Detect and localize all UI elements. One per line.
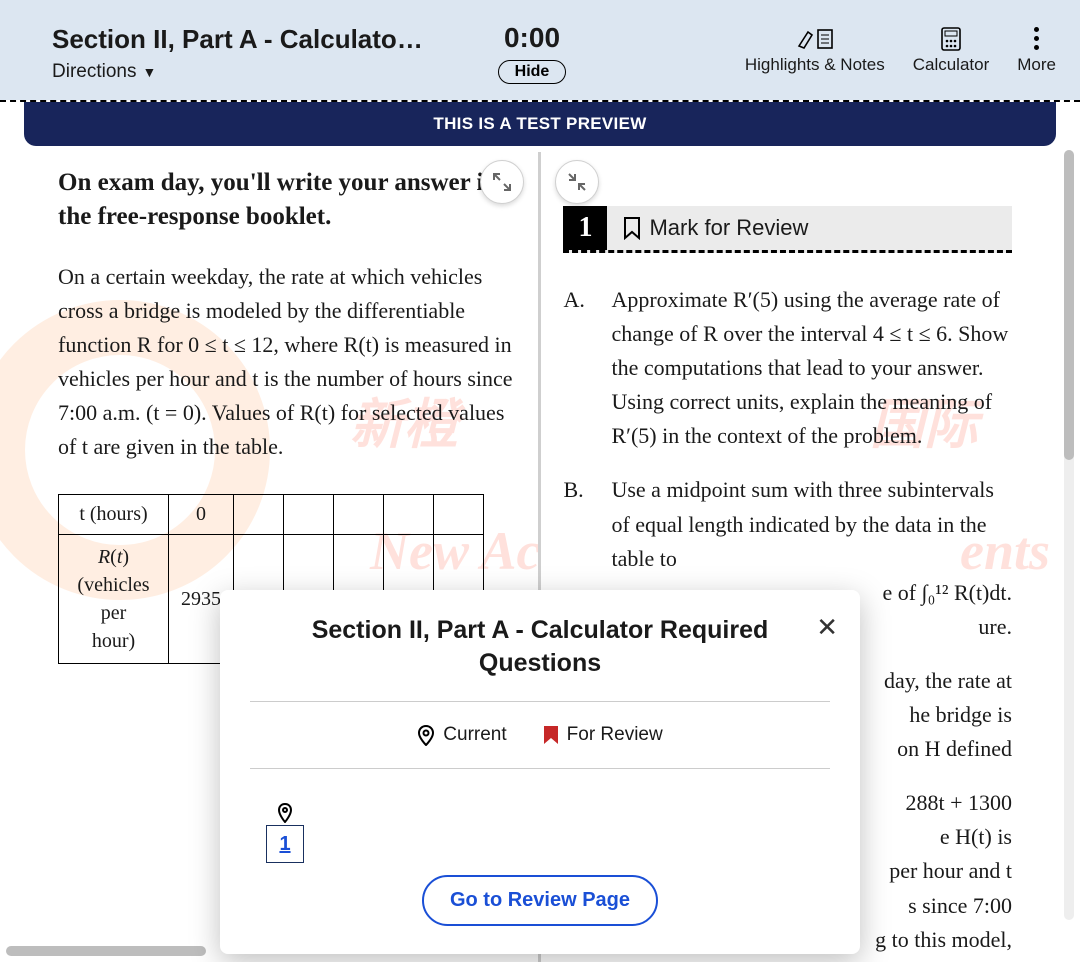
calculator-icon [941,27,961,51]
chevron-down-icon: ▼ [142,64,156,80]
header: Section II, Part A - Calculator Req… Dir… [0,0,1080,100]
go-to-review-button[interactable]: Go to Review Page [422,875,658,926]
part-text: Approximate R′(5) using the average rate… [611,283,1012,453]
question-header-bar: 1 Mark for Review [563,206,1012,253]
location-pin-icon [276,803,294,823]
table-row: t (hours) 0 [59,495,484,535]
directions-label: Directions [52,61,136,83]
highlights-notes-button[interactable]: Highlights & Notes [745,27,885,75]
section-title: Section II, Part A - Calculator Req… [52,24,432,55]
popover-title: Section II, Part A - Calculator Required… [250,614,830,679]
scrollbar-thumb[interactable] [1064,150,1074,460]
question-nav-item[interactable]: 1 [266,803,304,863]
preview-banner: THIS IS A TEST PREVIEW [24,102,1056,146]
more-button[interactable]: More [1017,27,1056,75]
timer: 0:00 [472,22,592,54]
directions-dropdown[interactable]: Directions ▼ [52,61,472,83]
close-button[interactable]: ✕ [816,612,838,643]
row-header: t (hours) [59,495,169,535]
row-header: R(t)(vehiclesperhour) [59,535,169,664]
vertical-scrollbar[interactable] [1064,150,1074,920]
more-icon [1034,27,1039,51]
horizontal-scrollbar[interactable] [6,946,206,956]
location-pin-icon [417,724,435,746]
question-nav-number[interactable]: 1 [266,825,304,863]
question-navigator-popover: ✕ Section II, Part A - Calculator Requir… [220,590,860,954]
stimulus-heading: On exam day, you'll write your answer in… [58,166,520,234]
bookmark-icon [623,216,641,240]
part-letter: A. [563,283,593,453]
popover-legend: Current For Review [250,724,830,746]
question-number: 1 [563,206,607,250]
legend-current-label: Current [443,724,506,746]
hide-timer-button[interactable]: Hide [498,60,567,84]
collapse-icon [567,172,587,192]
highlighter-icon [796,28,834,50]
problem-text: On a certain weekday, the rate at which … [58,260,520,465]
question-part: A. Approximate R′(5) using the average r… [563,283,1012,453]
mark-for-review-button[interactable]: Mark for Review [623,215,808,241]
expand-icon [492,172,512,192]
legend-review-label: For Review [567,724,663,746]
table-cell: 0 [169,495,234,535]
collapse-question-button[interactable] [555,160,599,204]
calculator-button[interactable]: Calculator [913,27,990,75]
bookmark-filled-icon [543,725,559,745]
